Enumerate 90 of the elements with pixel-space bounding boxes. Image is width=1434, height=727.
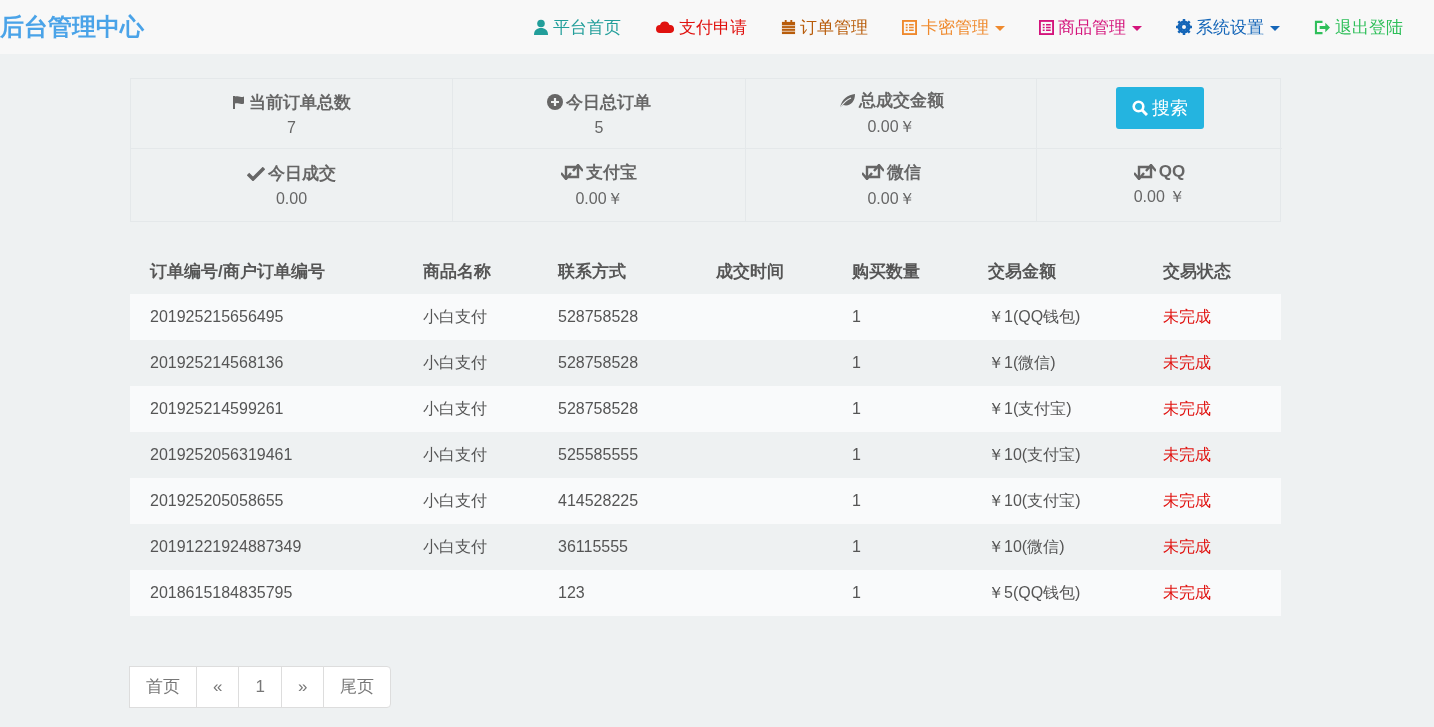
table-cell: 1 [852, 446, 861, 463]
column-header: 成交时间 [696, 248, 832, 294]
table-cell: 201925215656495 [150, 308, 284, 325]
table-cell: 1 [852, 492, 861, 509]
table-cell: 201925214568136 [150, 354, 284, 371]
stat-label: 总成交金额 [859, 90, 944, 112]
table-cell: 2018615184835795 [150, 584, 293, 601]
plus-circle-icon [547, 94, 563, 110]
table-cell: 123 [558, 584, 585, 601]
table-cell: 201925214599261 [150, 400, 284, 417]
repeat-icon [1133, 164, 1156, 180]
person-icon [533, 19, 549, 35]
column-header: 商品名称 [403, 248, 538, 294]
page-link[interactable]: » [280, 666, 325, 708]
brand-title: 后台管理中心 [0, 12, 145, 42]
table-cell: 36115555 [558, 538, 628, 555]
settings-icon [1176, 19, 1192, 35]
table-cell: 528758528 [558, 400, 639, 417]
status-text: 未完成 [1163, 399, 1211, 417]
status-text: 未完成 [1163, 307, 1211, 325]
stat-value: 5 [594, 118, 604, 137]
table-cell: 414528225 [558, 492, 639, 509]
stat-label: 微信 [886, 161, 921, 184]
stat-label: 今日成交 [268, 163, 336, 185]
table-cell: ￥5(QQ钱包) [988, 583, 1081, 601]
status-text: 未完成 [1163, 445, 1211, 463]
list-icon [902, 19, 917, 35]
calendar-icon [781, 19, 796, 35]
page-link[interactable]: 1 [238, 666, 282, 708]
nav-link[interactable]: 平台首页 [516, 7, 638, 47]
cloud-icon [655, 20, 675, 34]
table-cell: 小白支付 [423, 537, 487, 555]
page-link[interactable]: 首页 [129, 666, 197, 708]
table-cell: 1 [852, 538, 861, 555]
status-text: 未完成 [1163, 353, 1211, 371]
exit-icon [1314, 19, 1331, 35]
repeat-icon [861, 164, 884, 180]
table-cell: 201925205058655 [150, 492, 284, 509]
search-icon [1131, 99, 1148, 116]
table-cell: ￥10(支付宝) [988, 491, 1081, 509]
column-header: 购买数量 [832, 248, 968, 294]
table-cell: 528758528 [558, 308, 639, 325]
status-text: 未完成 [1163, 491, 1211, 509]
leaf-icon [838, 92, 856, 109]
nav-link[interactable]: 支付申请 [638, 7, 764, 47]
status-text: 未完成 [1163, 583, 1211, 601]
table-cell: ￥1(微信) [988, 353, 1056, 371]
check-icon [247, 166, 265, 181]
repeat-icon [561, 164, 583, 180]
stat-value: 0.00 ￥ [1133, 187, 1186, 207]
nav-link[interactable]: 卡密管理 [885, 7, 1022, 47]
table-cell: ￥1(QQ钱包) [988, 307, 1081, 325]
table-cell: 1 [852, 584, 861, 601]
nav-link[interactable]: 系统设置 [1159, 7, 1297, 47]
column-header: 联系方式 [538, 248, 696, 294]
nav-link[interactable]: 订单管理 [764, 7, 885, 47]
table-cell: 1 [852, 354, 861, 371]
stat-label: 今日总订单 [566, 91, 651, 114]
table-cell: 1 [852, 308, 861, 325]
stat-label: 当前订单总数 [249, 91, 351, 114]
table-cell: 1 [852, 400, 861, 417]
table-cell: ￥10(微信) [988, 537, 1065, 555]
table-cell: 小白支付 [423, 491, 487, 509]
flag-icon [232, 95, 246, 109]
table-cell: 小白支付 [423, 307, 487, 325]
table-cell: ￥1(支付宝) [988, 399, 1072, 417]
table-cell: 525585555 [558, 446, 639, 463]
page-link[interactable]: « [196, 666, 240, 708]
stat-label: 支付宝 [586, 161, 637, 184]
table-cell: 528758528 [558, 354, 639, 371]
column-header: 交易状态 [1143, 248, 1281, 294]
table-cell: 小白支付 [423, 353, 487, 371]
table-cell: 小白支付 [423, 399, 487, 417]
table-cell: 2019252056319461 [150, 446, 293, 463]
search-button[interactable]: 搜索 [1115, 86, 1204, 129]
page-link[interactable]: 尾页 [323, 666, 392, 708]
table-cell: ￥10(支付宝) [988, 445, 1081, 463]
list-icon [1039, 19, 1054, 35]
stat-label: QQ [1158, 162, 1186, 182]
stat-value: 0.00￥ [575, 188, 623, 209]
table-cell: 小白支付 [423, 445, 487, 463]
stat-value: 0.00 [275, 190, 308, 208]
table-cell: 20191221924887349 [150, 538, 302, 555]
nav-link[interactable]: 商品管理 [1022, 7, 1159, 47]
stat-value: 7 [287, 118, 296, 137]
column-header: 订单编号/商户订单编号 [130, 248, 403, 294]
stat-value: 0.00￥ [867, 188, 915, 209]
stat-value: 0.00￥ [867, 117, 915, 137]
status-text: 未完成 [1163, 537, 1211, 555]
column-header: 交易金额 [968, 248, 1143, 294]
